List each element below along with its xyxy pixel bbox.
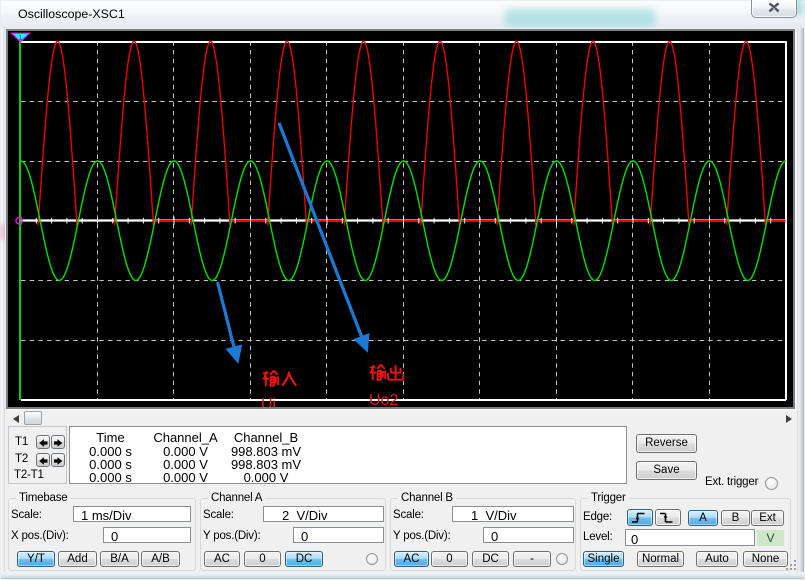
svg-text:Uo2: Uo2	[369, 392, 398, 407]
svg-text:1: 1	[19, 35, 23, 42]
svg-text:Ui: Ui	[261, 396, 276, 407]
